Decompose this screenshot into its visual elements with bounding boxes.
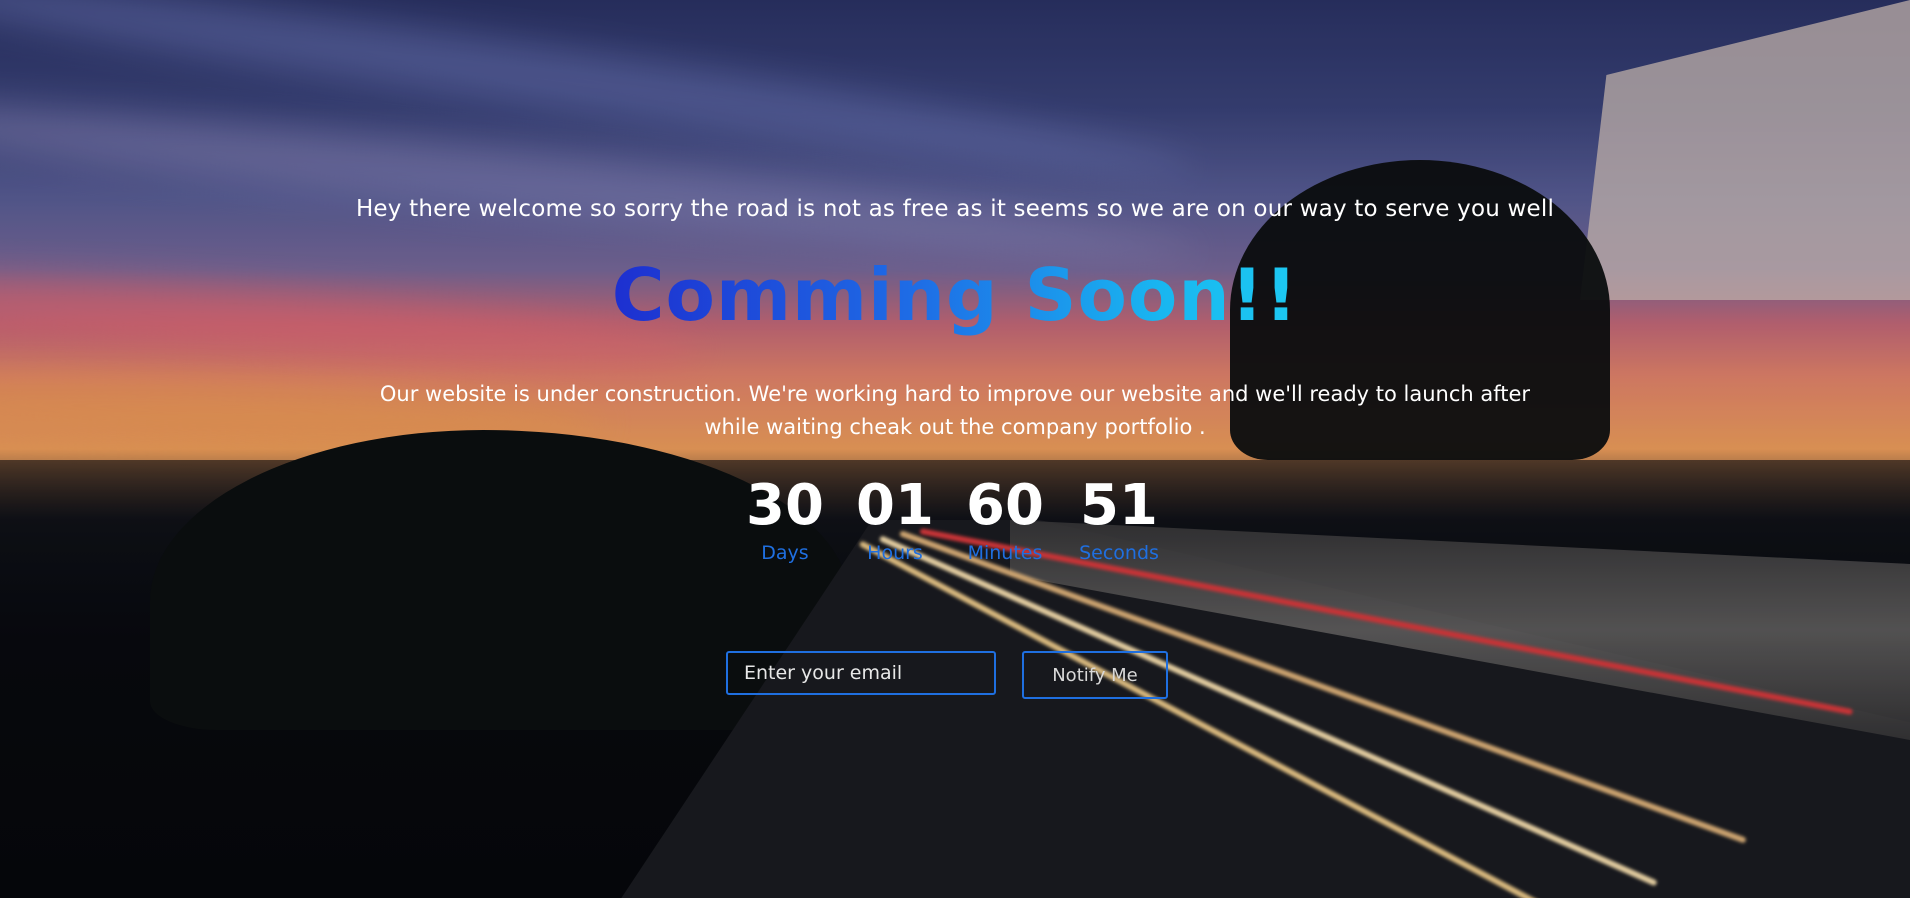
description: Our website is under construction. We're… [379,382,1531,439]
countdown-seconds: 51 Seconds [1060,473,1178,565]
countdown-minutes-label: Minutes [967,542,1043,564]
page-title: Comming Soon!! [0,253,1910,337]
countdown-minutes: 60 Minutes [950,473,1060,565]
countdown-seconds-value: 51 [1080,473,1158,538]
countdown-minutes-value: 60 [966,473,1044,538]
countdown-days-value: 30 [746,473,824,538]
coming-soon-content: Hey there welcome so sorry the road is n… [0,0,1910,898]
tagline: Hey there welcome so sorry the road is n… [355,196,1555,222]
countdown-timer: 30 Days 01 Hours 60 Minutes 51 Seconds [730,473,1178,565]
page-title-text: Comming Soon!! [611,253,1299,337]
countdown-days: 30 Days [730,473,840,565]
email-input[interactable] [726,651,996,695]
countdown-hours-label: Hours [867,542,923,564]
notify-me-button[interactable]: Notify Me [1022,651,1168,699]
countdown-hours-value: 01 [856,473,934,538]
countdown-days-label: Days [761,542,809,564]
countdown-hours: 01 Hours [840,473,950,565]
notify-form: Notify Me [726,651,1168,699]
countdown-seconds-label: Seconds [1079,542,1159,564]
